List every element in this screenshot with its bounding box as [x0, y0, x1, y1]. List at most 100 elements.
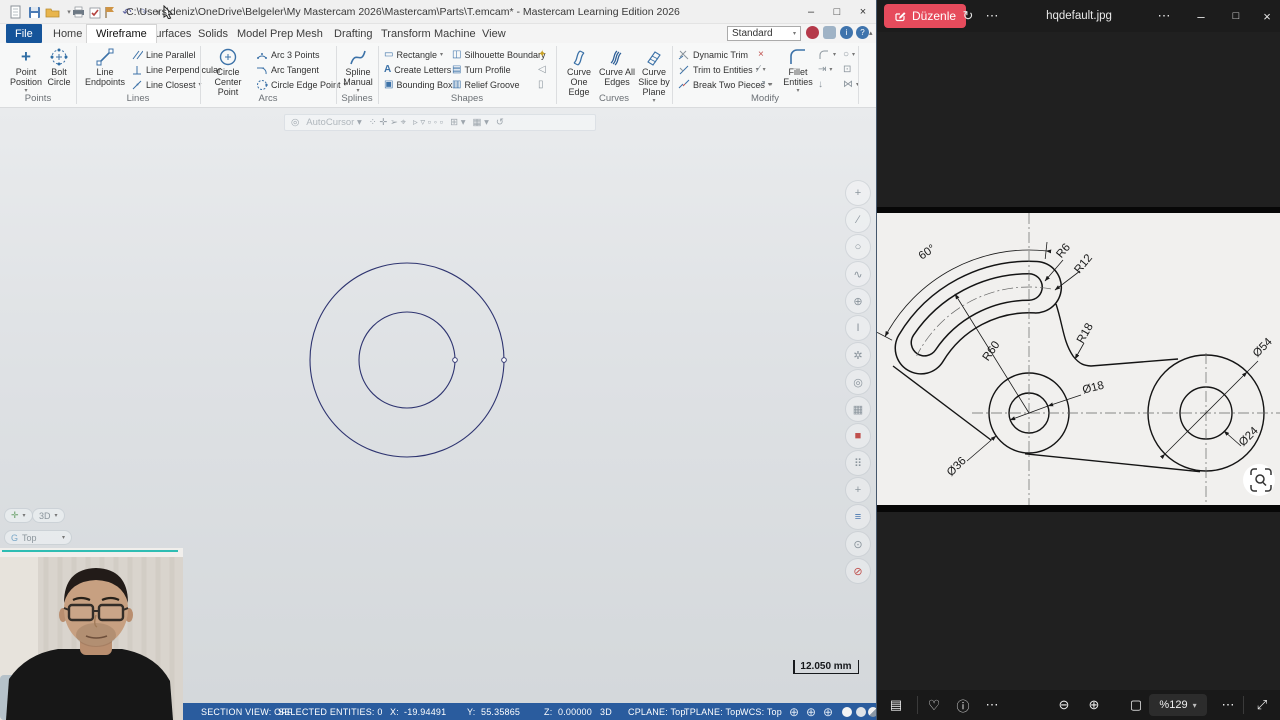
point-position-button[interactable]: + Point Position ▾	[8, 47, 44, 94]
canvas-tool-grid-icon[interactable]: ⠿	[845, 450, 871, 476]
shapes-extra-icon[interactable]: ✦	[538, 48, 546, 61]
canvas-tool-dimension-icon[interactable]: I	[845, 315, 871, 341]
webcam-overlay	[0, 548, 183, 720]
fillet-corner-icon[interactable]: ▾	[818, 48, 836, 61]
project-down-icon[interactable]: ↓	[818, 78, 823, 91]
tab-home[interactable]: Home	[44, 24, 91, 43]
canvas-tool-trim-icon[interactable]: ✲	[845, 342, 871, 368]
more-options-icon[interactable]: ⋯	[979, 690, 1005, 720]
canvas-tool-settings-icon[interactable]: ⊙	[845, 531, 871, 557]
wireframe-globe-icon[interactable]: ⊕	[789, 705, 799, 719]
dynamic-trim-button[interactable]: Dynamic Trim	[678, 48, 748, 61]
point-position-icon: +	[21, 47, 31, 66]
break-two-pieces-button[interactable]: Break Two Pieces ▾	[678, 78, 771, 91]
line-closest-button[interactable]: Line Closest ▾	[131, 78, 202, 91]
circle-center-point-button[interactable]: Circle Center Point	[205, 47, 251, 98]
arc-endpoint-marker	[452, 357, 458, 363]
modify-delete-icon[interactable]: ×	[758, 48, 764, 61]
turn-profile-button[interactable]: ▤ Turn Profile	[452, 63, 511, 76]
boxed-icon[interactable]: ⊡	[843, 63, 851, 76]
zoom-level-control[interactable]: %129 ▾	[1149, 694, 1207, 716]
shaded-sphere-icon[interactable]	[856, 707, 866, 717]
minimize-button[interactable]: –	[798, 0, 824, 24]
mastercam-logo-icon[interactable]	[806, 26, 819, 39]
canvas-tool-circle-icon[interactable]: ○	[845, 234, 871, 260]
canvas-tool-disable-icon[interactable]: ⊘	[845, 558, 871, 584]
bounding-box-button[interactable]: ▣ Bounding Box	[384, 78, 453, 91]
fillet-entities-button[interactable]: Fillet Entities ▾	[780, 47, 816, 94]
canvas-tool-point-icon[interactable]: ⊕	[845, 288, 871, 314]
fit-to-window-icon[interactable]: ▢	[1123, 690, 1149, 720]
favorite-icon[interactable]: ♡	[921, 690, 947, 720]
silhouette-boundary-button[interactable]: ◫ Silhouette Boundary	[452, 48, 546, 61]
scale-ruler: 12.050 mm	[793, 658, 859, 674]
view-plane-control[interactable]: G Top ▾	[4, 530, 72, 545]
tab-view[interactable]: View	[473, 24, 515, 43]
zoom-out-icon[interactable]: ⊖	[1051, 690, 1077, 720]
move-to-icon[interactable]: ⇥ ▾	[818, 63, 832, 76]
close-button[interactable]: ×	[850, 0, 876, 24]
spline-manual-button[interactable]: Spline Manual ▾	[338, 47, 378, 94]
tab-wireframe[interactable]: Wireframe	[86, 24, 157, 43]
maximize-button[interactable]: □	[824, 0, 850, 24]
feedback-icon[interactable]	[823, 26, 836, 39]
close-button[interactable]: ×	[1253, 0, 1280, 32]
canvas-tool-spline-icon[interactable]: ∿	[845, 261, 871, 287]
arc-3-points-button[interactable]: Arc 3 Points	[256, 48, 320, 61]
wireframe-globe-icon[interactable]: ⊕	[806, 705, 816, 719]
ribbon-collapse-icon[interactable]: ▴	[869, 29, 873, 37]
shapes-extra-icon[interactable]: ◁	[538, 63, 546, 76]
toolbar-preset-combo[interactable]: Standard ▾	[727, 26, 801, 41]
relief-groove-button[interactable]: ▥ Relief Groove	[452, 78, 519, 91]
dimension-mode[interactable]: 3D	[600, 707, 612, 717]
arc-tangent-button[interactable]: Arc Tangent	[256, 63, 319, 76]
ruler-tick	[793, 660, 795, 674]
photo-image[interactable]: 60° R6 R12 R18 R60 Ø18 Ø36 Ø54 Ø24	[877, 207, 1280, 512]
canvas-tool-line-icon[interactable]: ∕	[845, 207, 871, 233]
curve-slice-by-plane-icon	[644, 47, 664, 67]
shapes-extra-icon[interactable]: ▯	[538, 78, 544, 91]
wcs-status[interactable]: WCS: Top	[740, 707, 782, 717]
gnomon-axes-control[interactable]: ✛ ▾	[4, 508, 33, 523]
gnomon-mode-control[interactable]: 3D ▾	[32, 508, 65, 523]
maximize-button[interactable]: □	[1220, 0, 1252, 32]
chamfer-circle-icon[interactable]: ○ ▾	[843, 48, 855, 61]
canvas-tool-shaded-icon[interactable]: ◎	[845, 369, 871, 395]
selected-entities-status[interactable]: SELECTED ENTITIES: 0	[278, 707, 383, 717]
trim-to-entities-button[interactable]: Trim to Entities ▾	[678, 63, 759, 76]
canvas-tool-levels-icon[interactable]: ■	[845, 423, 871, 449]
cplane-status[interactable]: CPLANE: Top	[628, 707, 686, 717]
wireframe-globe-icon[interactable]: ⊕	[823, 705, 833, 719]
autocursor-toolbar[interactable]: ◎ AutoCursor ▾ ⁘ ✛ ➢ ⌖ ▹ ▿ ▫ ◦ ▫ ⊞ ▾ ▦ ▾…	[284, 114, 596, 131]
modify-edit-icon[interactable]: ∕ ▾	[758, 63, 766, 76]
modify-extend-icon[interactable]: ↗ ▾	[758, 78, 772, 91]
curve-one-edge-button[interactable]: Curve One Edge	[560, 47, 598, 98]
filmstrip-icon[interactable]: ▤	[883, 690, 909, 720]
line-parallel-button[interactable]: Line Parallel	[131, 48, 196, 61]
dim-r6: R6	[1054, 242, 1073, 261]
zoom-in-icon[interactable]: ⊕	[1081, 690, 1107, 720]
canvas-tool-mesh-icon[interactable]: ▦	[845, 396, 871, 422]
file-info-icon[interactable]: ⓘ	[950, 690, 976, 720]
more-options-icon[interactable]: ⋯	[1155, 8, 1173, 24]
y-value: 55.35865	[481, 707, 521, 717]
minimize-button[interactable]: –	[1185, 0, 1217, 32]
scale-icon[interactable]: ⋈ ▾	[843, 78, 859, 91]
tab-file[interactable]: File	[6, 24, 42, 43]
info-icon[interactable]: i	[840, 26, 853, 39]
shaded-sphere-icon[interactable]	[842, 707, 852, 717]
curve-all-edges-button[interactable]: Curve All Edges	[598, 47, 636, 88]
rectangle-button[interactable]: ▭ Rectangle ▾	[384, 48, 443, 61]
visual-search-icon[interactable]	[1243, 464, 1275, 496]
fullscreen-icon[interactable]: ⤢	[1249, 690, 1275, 720]
line-endpoints-button[interactable]: Line Endpoints	[82, 47, 128, 88]
canvas-tool-layers-icon[interactable]: ≡	[845, 504, 871, 530]
bolt-circle-button[interactable]: Bolt Circle	[42, 47, 76, 88]
canvas-tool-planes-icon[interactable]: +	[845, 477, 871, 503]
circle-edge-point-button[interactable]: Circle Edge Point ▾	[256, 78, 347, 91]
tplane-status[interactable]: TPLANE: Top	[684, 707, 741, 717]
canvas-tool-add-icon[interactable]: +	[845, 180, 871, 206]
more-options-icon[interactable]: ⋯	[1215, 690, 1241, 720]
create-letters-button[interactable]: A Create Letters	[384, 63, 451, 76]
help-icon[interactable]: ?	[856, 26, 869, 39]
